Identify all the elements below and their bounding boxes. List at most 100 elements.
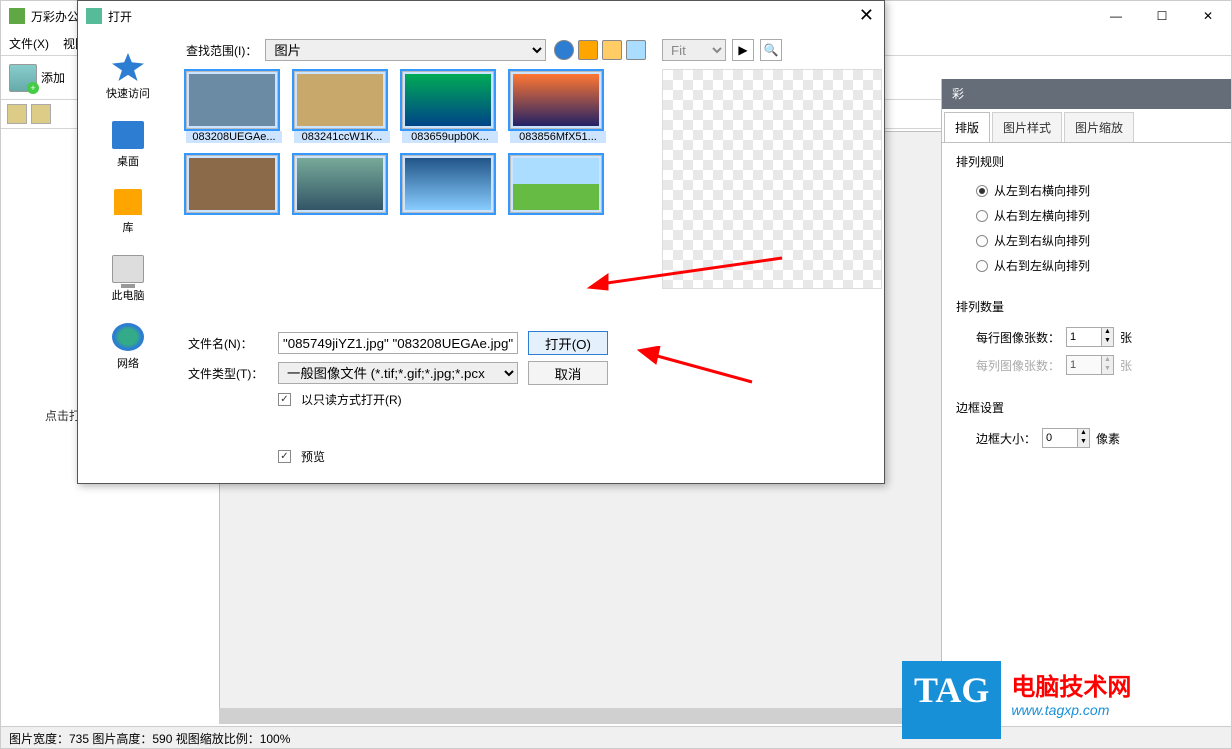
section-border: 边框设置 边框大小： ▲▼ 像素 (942, 389, 1231, 462)
rule-opt-2[interactable]: 从右到左横向排列 (956, 203, 1217, 228)
h-scrollbar[interactable] (219, 708, 939, 724)
up-icon[interactable] (578, 40, 598, 60)
lookup-label: 查找范围(I)： (186, 42, 257, 59)
filetype-label: 文件类型(T)： (188, 365, 268, 382)
border-spinner[interactable]: ▲▼ (1042, 428, 1090, 448)
file-thumbnail[interactable] (294, 155, 390, 215)
close-button[interactable]: ✕ (1185, 1, 1231, 31)
preview-checkbox[interactable]: ✓ (278, 450, 291, 463)
preview-label: 预览 (301, 448, 325, 465)
pc-icon (112, 255, 144, 283)
tab-style[interactable]: 图片样式 (992, 112, 1062, 142)
file-thumbnail[interactable]: 083208UEGAe... (186, 71, 282, 143)
desktop-icon (112, 121, 144, 149)
file-label: 083659upb0K... (402, 131, 498, 143)
network-icon (112, 323, 144, 351)
filename-label: 文件名(N)： (188, 335, 268, 352)
filetype-select[interactable]: 一般图像文件 (*.tif;*.gif;*.jpg;*.pcx (278, 362, 518, 384)
play-icon[interactable]: ▶ (732, 39, 754, 61)
panel-header: 彩 (942, 79, 1231, 109)
places-bar: 快速访问 桌面 库 此电脑 网络 (78, 31, 178, 483)
file-thumbnail[interactable]: 083856MfX51... (510, 71, 606, 143)
filename-input[interactable] (278, 332, 518, 354)
file-thumbnail[interactable]: 083241ccW1K... (294, 71, 390, 143)
nav-network[interactable]: 网络 (78, 317, 178, 385)
watermark-banner: TAG 电脑技术网 www.tagxp.com (902, 661, 1232, 739)
status-text: 图片宽度：735 图片高度：590 视图缩放比例：100% (9, 732, 290, 746)
add-label: 添加 (41, 69, 65, 86)
file-thumbnail[interactable]: 083659upb0K... (402, 71, 498, 143)
nav-desktop[interactable]: 桌面 (78, 115, 178, 183)
maximize-button[interactable]: ☐ (1139, 1, 1185, 31)
col-count-spinner: ▲▼ (1066, 355, 1114, 375)
viewmode-icon[interactable] (626, 40, 646, 60)
file-label: 083241ccW1K... (294, 131, 390, 143)
border-input[interactable] (1043, 429, 1077, 447)
row-count: 每行图像张数： ▲▼ 张 (956, 323, 1217, 351)
file-thumbnail[interactable] (402, 155, 498, 215)
dialog-bottom: 文件名(N)： 打开(O) 文件类型(T)： 一般图像文件 (*.tif;*.g… (188, 325, 868, 471)
hint-text: 点击打 (45, 407, 81, 424)
file-thumbnail[interactable] (510, 155, 606, 215)
watermark-line1: 电脑技术网 (1011, 667, 1131, 702)
row-count-input[interactable] (1067, 328, 1101, 346)
library-icon (114, 189, 142, 215)
watermark-line2: www.tagxp.com (1011, 702, 1131, 718)
nav-thispc[interactable]: 此电脑 (78, 249, 178, 317)
rule-opt-4[interactable]: 从右到左纵向排列 (956, 253, 1217, 278)
app-title: 万彩办公 (31, 8, 79, 25)
minimize-button[interactable]: — (1093, 1, 1139, 31)
dialog-title: 打开 (108, 8, 132, 25)
radio-icon (976, 185, 988, 197)
add-image-button[interactable]: 添加 (9, 64, 65, 92)
app-icon (9, 8, 25, 24)
lookup-select[interactable]: 图片 (265, 39, 546, 61)
add-image-icon (9, 64, 37, 92)
radio-icon (976, 260, 988, 272)
tool-icon-1[interactable] (7, 104, 27, 124)
open-dialog: 打开 ✕ 快速访问 桌面 库 此电脑 网络 查找范围(I)： 图片 083 (77, 0, 885, 484)
tool-icon-2[interactable] (31, 104, 51, 124)
file-list[interactable]: 083208UEGAe... 083241ccW1K... 083659upb0K.… (186, 71, 646, 215)
file-label: 083856MfX51... (510, 131, 606, 143)
border-title: 边框设置 (956, 399, 1217, 416)
zoom-icon[interactable]: 🔍 (760, 39, 782, 61)
annotation-arrow-2 (636, 346, 756, 389)
border-size: 边框大小： ▲▼ 像素 (956, 424, 1217, 452)
star-icon (112, 53, 144, 81)
dialog-titlebar: 打开 ✕ (78, 1, 884, 31)
readonly-checkbox[interactable]: ✓ (278, 393, 291, 406)
cancel-button[interactable]: 取消 (528, 361, 608, 385)
section-count: 排列数量 每行图像张数： ▲▼ 张 每列图像张数： ▲▼ 张 (942, 288, 1231, 389)
section-rules: 排列规则 从左到右横向排列 从右到左横向排列 从左到右纵向排列 从右到左纵向排列 (942, 143, 1231, 288)
col-count-input (1067, 356, 1101, 374)
right-panel: 彩 排版 图片样式 图片缩放 排列规则 从左到右横向排列 从右到左横向排列 从左… (941, 79, 1231, 724)
col-count: 每列图像张数： ▲▼ 张 (956, 351, 1217, 379)
dialog-icon (86, 8, 102, 24)
radio-icon (976, 210, 988, 222)
watermark-tag: TAG (902, 661, 1001, 739)
rules-title: 排列规则 (956, 153, 1217, 170)
dialog-close-button[interactable]: ✕ (859, 5, 874, 26)
open-button[interactable]: 打开(O) (528, 331, 608, 355)
readonly-label: 以只读方式打开(R) (301, 391, 402, 408)
rule-opt-3[interactable]: 从左到右纵向排列 (956, 228, 1217, 253)
radio-icon (976, 235, 988, 247)
window-controls: — ☐ ✕ (1093, 1, 1231, 31)
menu-file[interactable]: 文件(X) (9, 35, 49, 52)
tab-layout[interactable]: 排版 (944, 112, 990, 142)
annotation-arrow-1 (586, 254, 786, 297)
panel-tabs: 排版 图片样式 图片缩放 (942, 109, 1231, 143)
file-label: 083208UEGAe... (186, 131, 282, 143)
row-count-spinner[interactable]: ▲▼ (1066, 327, 1114, 347)
nav-quick-access[interactable]: 快速访问 (78, 47, 178, 115)
rule-opt-1[interactable]: 从左到右横向排列 (956, 178, 1217, 203)
tab-zoom[interactable]: 图片缩放 (1064, 112, 1134, 142)
lookup-row: 查找范围(I)： 图片 (186, 39, 646, 61)
count-title: 排列数量 (956, 298, 1217, 315)
fit-select[interactable]: Fit (662, 39, 726, 61)
nav-library[interactable]: 库 (78, 183, 178, 249)
file-thumbnail[interactable] (186, 155, 282, 215)
back-icon[interactable] (554, 40, 574, 60)
newfolder-icon[interactable] (602, 40, 622, 60)
